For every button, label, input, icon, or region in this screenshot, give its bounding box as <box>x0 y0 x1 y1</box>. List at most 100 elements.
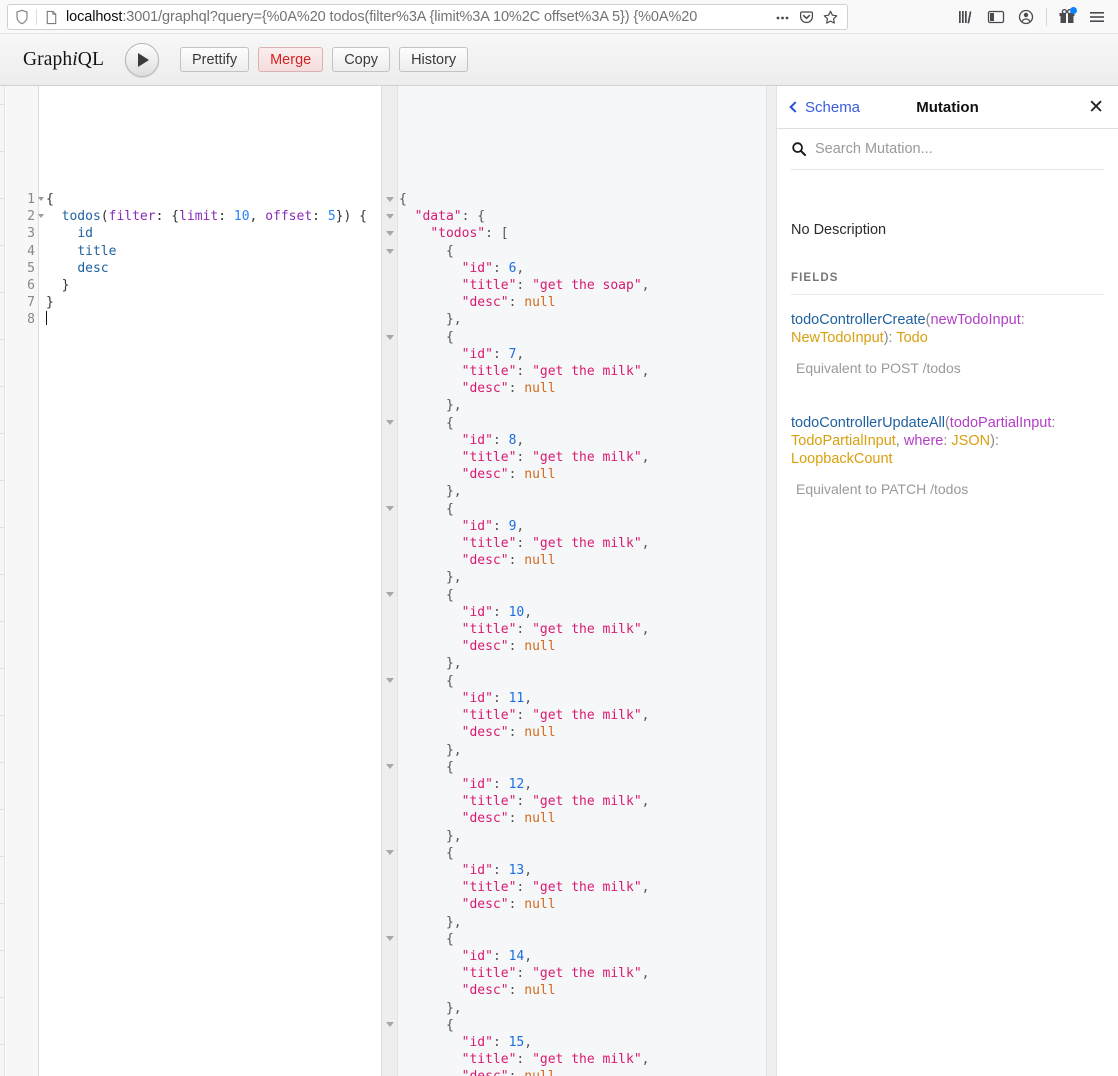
copy-button[interactable]: Copy <box>332 47 391 72</box>
gutter-row <box>382 947 398 964</box>
query-line-number: 7 <box>27 295 35 311</box>
query-line-number: 1 <box>6 191 44 208</box>
url-text[interactable]: localhost:3001/graphql?query={%0A%20 tod… <box>66 9 767 25</box>
gutter-row <box>382 793 398 810</box>
fold-triangle-icon[interactable] <box>382 672 398 689</box>
gutter-row <box>382 964 398 981</box>
gutter-row <box>382 741 398 758</box>
query-line-number: 4 <box>27 243 35 259</box>
address-bar-actions <box>771 6 841 28</box>
docs-search-row[interactable] <box>777 129 1118 169</box>
gutter-row <box>382 363 398 380</box>
star-icon[interactable] <box>819 6 841 28</box>
docs-header: Schema Mutation ✕ <box>777 86 1118 129</box>
gutter-row <box>382 483 398 500</box>
gutter-row <box>382 346 398 363</box>
toolbar-buttons: Prettify Merge Copy History <box>179 47 469 72</box>
fold-triangle-icon[interactable] <box>382 208 398 225</box>
gutter-row <box>382 827 398 844</box>
address-bar[interactable]: localhost:3001/graphql?query={%0A%20 tod… <box>7 4 848 30</box>
docs-field-signature[interactable]: todoControllerUpdateAll(todoPartialInput… <box>791 414 1104 468</box>
gutter-row <box>382 277 398 294</box>
query-line-number: 8 <box>27 312 35 328</box>
fold-triangle-icon[interactable] <box>382 243 398 260</box>
fold-triangle-icon[interactable] <box>382 225 398 242</box>
fold-triangle-icon[interactable] <box>38 197 44 201</box>
docs-field-list: todoControllerCreate(newTodoInput: NewTo… <box>791 311 1104 497</box>
gutter-row <box>382 518 398 535</box>
gift-icon[interactable] <box>1052 5 1082 29</box>
hamburger-menu-icon[interactable] <box>1082 5 1112 29</box>
text-cursor <box>46 311 47 326</box>
fold-triangle-icon[interactable] <box>38 214 44 219</box>
graphiql-browser-window: localhost:3001/graphql?query={%0A%20 tod… <box>0 0 1118 1076</box>
gutter-row <box>382 449 398 466</box>
docs-back-button[interactable]: Schema <box>789 99 860 116</box>
gutter-row <box>382 896 398 913</box>
browser-toolbar-buttons <box>951 5 1112 29</box>
gutter-row <box>382 1033 398 1050</box>
gutter-row <box>382 810 398 827</box>
ellipsis-icon[interactable] <box>771 6 793 28</box>
fold-triangle-icon[interactable] <box>382 191 398 208</box>
result-viewer-pane[interactable]: { "data": { "todos": [ { "id": 6, "title… <box>381 86 766 1076</box>
gutter-row <box>382 999 398 1016</box>
gutter-row <box>382 260 398 277</box>
query-line-number: 6 <box>27 277 35 293</box>
logo-graph: Graph <box>23 48 73 70</box>
gutter-row <box>382 879 398 896</box>
gutter-row <box>382 689 398 706</box>
gutter-row <box>382 604 398 621</box>
sidebar-icon[interactable] <box>981 5 1011 29</box>
fold-triangle-icon[interactable] <box>382 758 398 775</box>
gutter-row <box>382 655 398 672</box>
pocket-icon[interactable] <box>795 6 817 28</box>
gutter-row <box>382 432 398 449</box>
docs-fields-heading: FIELDS <box>791 272 839 284</box>
fold-triangle-icon[interactable] <box>382 1016 398 1033</box>
query-editor-pane[interactable]: 123456 78 { todos(filter: {limit: 10, off… <box>6 86 380 1076</box>
gutter-row <box>382 621 398 638</box>
graphiql-main: 123456 78 { todos(filter: {limit: 10, off… <box>0 86 1118 1076</box>
gutter-row <box>382 707 398 724</box>
fold-triangle-icon[interactable] <box>382 930 398 947</box>
gutter-row <box>382 397 398 414</box>
docs-no-description: No Description <box>791 222 887 238</box>
docs-field-signature[interactable]: todoControllerCreate(newTodoInput: NewTo… <box>791 311 1104 347</box>
search-icon <box>792 142 806 156</box>
merge-button[interactable]: Merge <box>258 47 324 72</box>
history-button[interactable]: History <box>399 47 469 72</box>
fold-triangle-icon[interactable] <box>382 500 398 517</box>
query-code[interactable]: { todos(filter: {limit: 10, offset: 5}) … <box>46 191 367 329</box>
fold-triangle-icon[interactable] <box>382 586 398 603</box>
fold-triangle-icon[interactable] <box>382 414 398 431</box>
logo-ql: QL <box>77 48 104 70</box>
docs-resize-handle[interactable] <box>766 86 777 1076</box>
query-line-numbers: 123456 78 <box>6 191 44 329</box>
account-icon[interactable] <box>1011 5 1041 29</box>
url-path: :3001/graphql?query={%0A%20 todos(filter… <box>122 9 698 25</box>
documentation-panel: Schema Mutation ✕ No Description FIELDS … <box>777 86 1118 1076</box>
page-icon <box>46 10 57 24</box>
prettify-button[interactable]: Prettify <box>179 47 250 72</box>
fold-triangle-icon[interactable] <box>382 329 398 346</box>
gutter-row <box>382 1068 398 1076</box>
execute-query-button[interactable] <box>124 42 159 77</box>
query-line-number: 3 <box>27 226 35 242</box>
result-fold-arrows[interactable] <box>382 191 398 1076</box>
fold-triangle-icon[interactable] <box>382 844 398 861</box>
shield-icon[interactable] <box>14 9 30 25</box>
docs-content: No Description FIELDS todoControllerCrea… <box>777 170 1118 497</box>
gift-notification-dot <box>1070 7 1077 14</box>
close-icon[interactable]: ✕ <box>1088 97 1104 117</box>
gutter-row <box>382 535 398 552</box>
address-divider <box>36 9 37 25</box>
library-icon[interactable] <box>951 5 981 29</box>
gutter-row <box>382 380 398 397</box>
docs-search-input[interactable] <box>815 141 1104 157</box>
gutter-row <box>382 552 398 569</box>
docs-field-entry: todoControllerUpdateAll(todoPartialInput… <box>791 414 1104 497</box>
docs-field-spacer <box>791 376 1104 398</box>
graphiql-logo: GraphiQL <box>23 49 104 71</box>
gutter-row <box>382 1050 398 1067</box>
